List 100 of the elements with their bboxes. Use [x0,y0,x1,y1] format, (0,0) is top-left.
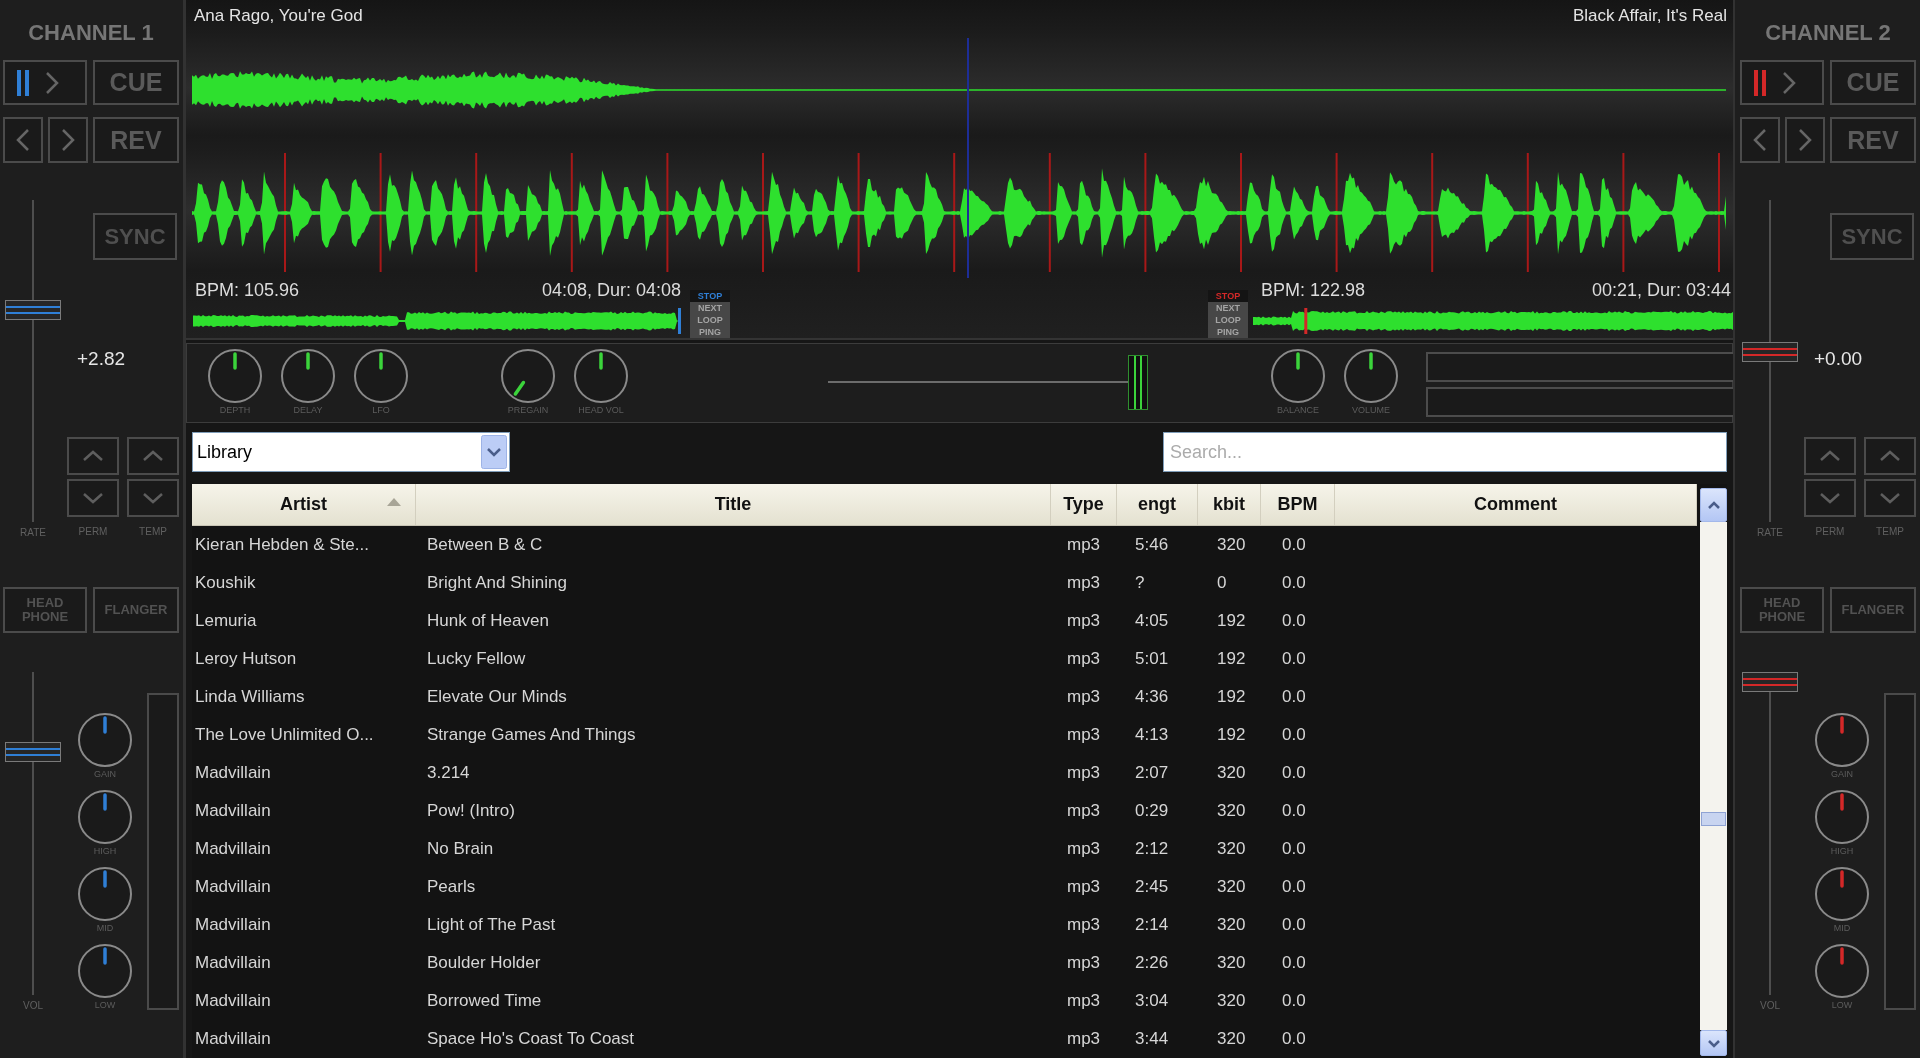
table-cell-text: mp3 [1066,686,1102,708]
nudge-back-button[interactable] [1740,117,1780,163]
nudge-forward-button[interactable] [1785,117,1825,163]
table-cell-text: 0:29 [1134,800,1170,822]
play-pause-button[interactable] [1740,60,1824,105]
end-mode-option[interactable]: PING [1208,326,1248,338]
bpm-reading: BPM: 105.96 [195,280,300,302]
perm-down-button[interactable] [1804,479,1856,517]
reverse-button[interactable]: REV [93,117,179,163]
library-dropdown[interactable]: Library [192,432,510,472]
slider-thumb[interactable] [1742,341,1798,362]
column-header[interactable]: Title [416,484,1051,525]
knob[interactable] [354,349,408,403]
table-cell-text: 2:12 [1134,838,1170,860]
table-cell-text: mp3 [1066,724,1102,746]
headphone-button[interactable]: HEAD PHONE [1740,587,1824,633]
nudge-forward-button[interactable] [48,117,88,163]
end-mode-option[interactable]: NEXT [690,302,730,314]
scrollbar-thumb[interactable] [1701,812,1726,826]
knob[interactable] [1815,867,1869,921]
table-cell-text: Madvillain [194,876,272,898]
nudge-back-button[interactable] [3,117,43,163]
table-cell-text: mp3 [1066,876,1102,898]
rate-reading: +2.82 [77,348,127,370]
headphone-button[interactable]: HEAD PHONE [3,587,87,633]
temp-up-button[interactable] [127,437,179,475]
knob-label: GAIN [1831,769,1853,780]
control-label: RATE [1757,527,1783,539]
table-cell-text: 320 [1216,876,1247,898]
table-cell-text: mp3 [1066,914,1102,936]
track-time: 04:08, Dur: 04:08 [541,280,681,302]
chevron-down-icon [1879,492,1901,504]
table-cell-text: mp3 [1066,1028,1102,1050]
chevron-down-icon [481,435,507,469]
knob[interactable] [78,944,132,998]
end-mode-option[interactable]: STOP [690,290,730,302]
table-cell-text: 0.0 [1281,1028,1307,1050]
table-cell-text: Boulder Holder [426,952,542,974]
table-cell-text: Strange Games And Things [426,724,637,746]
temp-down-button[interactable] [1864,479,1916,517]
knob[interactable] [78,790,132,844]
knob-label: VOLUME [1352,405,1390,416]
table-cell-text: 4:36 [1134,686,1170,708]
knob[interactable] [1815,790,1869,844]
column-header[interactable]: Artist [192,484,416,525]
temp-down-button[interactable] [127,479,179,517]
table-cell-text: 192 [1216,686,1247,708]
slider-thumb[interactable] [5,741,61,762]
table-cell-text: 0 [1216,572,1228,594]
table-cell-text: 320 [1216,952,1247,974]
column-header[interactable]: Type [1051,484,1117,525]
knob[interactable] [501,349,555,403]
column-header[interactable]: kbit [1198,484,1261,525]
search-field[interactable]: Search... [1163,432,1727,472]
flanger-button[interactable]: FLANGER [1830,587,1916,633]
table-cell-text: mp3 [1066,990,1102,1012]
perm-down-button[interactable] [67,479,119,517]
knob-label: DELAY [293,405,323,416]
column-header[interactable]: engt [1117,484,1198,525]
flanger-button[interactable]: FLANGER [93,587,179,633]
table-cell-text: Madvillain [194,800,272,822]
end-mode-option[interactable]: LOOP [1208,314,1248,326]
knob[interactable] [1344,349,1398,403]
position-marker[interactable] [678,308,681,334]
chevron-up-icon [1706,500,1721,510]
table-cell-text: 0.0 [1281,534,1307,556]
table-cell-text: Elevate Our Minds [426,686,568,708]
perm-up-button[interactable] [67,437,119,475]
table-cell-text: Light of The Past [426,914,557,936]
slider-thumb[interactable] [5,299,61,320]
scroll-down-button[interactable] [1700,1030,1727,1056]
knob[interactable] [208,349,262,403]
knob[interactable] [78,867,132,921]
position-marker[interactable] [1304,308,1308,334]
crossfader-thumb[interactable] [1128,355,1148,410]
scroll-up-button[interactable] [1700,488,1727,522]
knob[interactable] [1271,349,1325,403]
column-header[interactable]: BPM [1261,484,1335,525]
perm-up-button[interactable] [1804,437,1856,475]
cue-button[interactable]: CUE [93,60,179,105]
cue-button[interactable]: CUE [1830,60,1916,105]
table-cell-text: 320 [1216,914,1247,936]
knob[interactable] [1815,944,1869,998]
knob-label: LFO [372,405,390,416]
end-mode-option[interactable]: NEXT [1208,302,1248,314]
knob-label: BALANCE [1277,405,1319,416]
end-mode-option[interactable]: STOP [1208,290,1248,302]
chevron-left-icon [1753,128,1767,152]
end-mode-option[interactable]: LOOP [690,314,730,326]
knob[interactable] [1815,713,1869,767]
table-cell-text: 320 [1216,800,1247,822]
temp-up-button[interactable] [1864,437,1916,475]
slider-thumb[interactable] [1742,672,1798,692]
table-cell-text: Space Ho's Coast To Coast [426,1028,636,1050]
reverse-button[interactable]: REV [1830,117,1916,163]
play-pause-button[interactable] [3,60,87,105]
knob[interactable] [281,349,335,403]
knob[interactable] [574,349,628,403]
knob[interactable] [78,713,132,767]
end-mode-option[interactable]: PING [690,326,730,338]
